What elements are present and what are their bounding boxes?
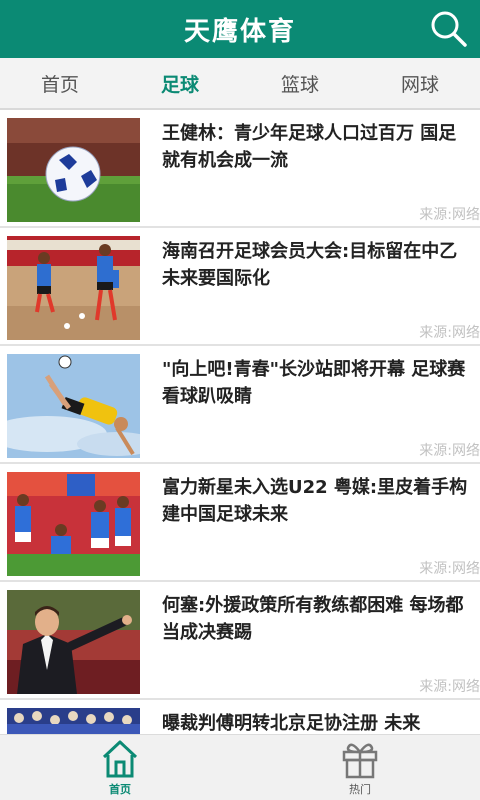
- news-source: 来源:网络: [419, 207, 480, 223]
- category-tabs: 首页 足球 篮球 网球: [0, 58, 480, 110]
- news-source: 来源:网络: [419, 561, 480, 577]
- tab-tennis[interactable]: 网球: [360, 58, 480, 108]
- team-players-photo: [7, 472, 140, 576]
- news-title: 曝裁判傅明转北京足协注册 未来: [162, 713, 421, 734]
- news-item[interactable]: 王健林：青少年足球人口过百万 国足就有机会成一流 来源:网络: [0, 110, 480, 228]
- nav-hot-label: 热门: [349, 783, 371, 796]
- home-icon: [102, 740, 138, 778]
- app-header: 天鹰体育: [0, 0, 480, 58]
- nav-home[interactable]: 首页: [0, 735, 240, 800]
- news-item[interactable]: 何塞:外援政策所有教练都困难 每场都当成决赛踢 来源:网络: [0, 582, 480, 700]
- coach-photo: [7, 590, 140, 694]
- news-thumbnail: [7, 708, 140, 734]
- training-photo: [7, 236, 140, 340]
- news-item[interactable]: "向上吧!青春"长沙站即将开幕 足球赛看球趴吸睛 来源:网络: [0, 346, 480, 464]
- news-thumbnail: [7, 118, 140, 222]
- news-thumbnail: [7, 354, 140, 458]
- news-feed: 王健林：青少年足球人口过百万 国足就有机会成一流 来源:网络 海南召开足球会员大…: [0, 110, 480, 734]
- news-item[interactable]: 曝裁判傅明转北京足协注册 未来: [0, 700, 480, 734]
- crowd-photo: [7, 708, 140, 734]
- search-icon: [431, 11, 467, 47]
- news-item[interactable]: 海南召开足球会员大会:目标留在中乙 未来要国际化 来源:网络: [0, 228, 480, 346]
- news-item[interactable]: 富力新星未入选U22 粤媒:里皮着手构建中国足球未来 来源:网络: [0, 464, 480, 582]
- tab-home[interactable]: 首页: [0, 58, 120, 108]
- news-thumbnail: [7, 236, 140, 340]
- bicycle-kick-photo: [7, 354, 140, 458]
- tab-basketball[interactable]: 篮球: [240, 58, 360, 108]
- nav-hot[interactable]: 热门: [240, 735, 480, 800]
- news-source: 来源:网络: [419, 679, 480, 695]
- app-title: 天鹰体育: [183, 16, 296, 47]
- news-source: 来源:网络: [419, 443, 480, 459]
- gift-icon: [342, 743, 378, 779]
- news-source: 来源:网络: [419, 325, 480, 341]
- nav-home-label: 首页: [109, 783, 131, 796]
- news-title: 王健林：青少年足球人口过百万 国足就有机会成一流: [162, 123, 457, 171]
- news-title: 富力新星未入选U22 粤媒:里皮着手构建中国足球未来: [162, 477, 468, 525]
- soccer-ball-photo: [7, 118, 140, 222]
- search-button[interactable]: [426, 6, 472, 52]
- news-thumbnail: [7, 590, 140, 694]
- news-thumbnail: [7, 472, 140, 576]
- news-title: 何塞:外援政策所有教练都困难 每场都当成决赛踢: [162, 595, 464, 643]
- bottom-navigation: 首页 热门: [0, 734, 480, 800]
- news-title: 海南召开足球会员大会:目标留在中乙 未来要国际化: [162, 241, 458, 289]
- news-title: "向上吧!青春"长沙站即将开幕 足球赛看球趴吸睛: [162, 359, 466, 407]
- tab-football[interactable]: 足球: [120, 58, 240, 108]
